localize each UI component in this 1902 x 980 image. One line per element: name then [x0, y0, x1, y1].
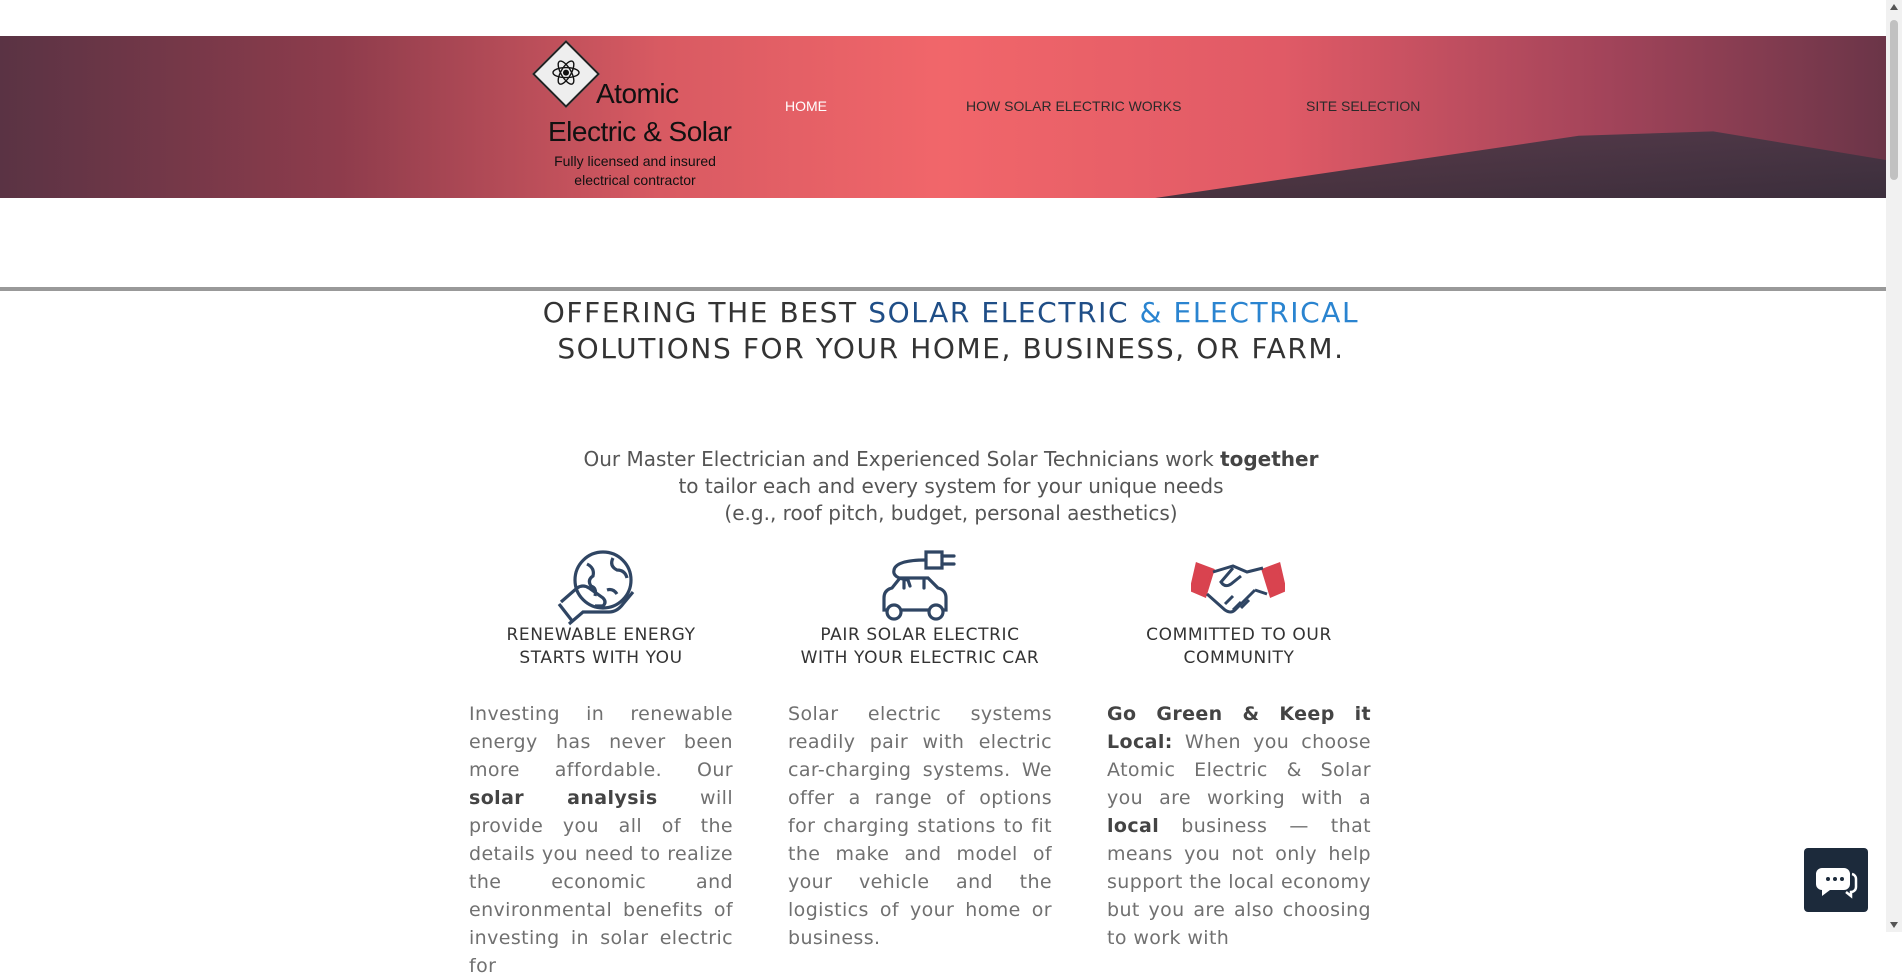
scroll-thumb[interactable] — [1890, 20, 1898, 180]
intro-line1-text: Our Master Electrician and Experienced S… — [583, 447, 1221, 471]
feature-title: RENEWABLE ENERGY STARTS WITH YOU — [469, 624, 733, 670]
feature-description: Solar electric systems readily pair with… — [788, 703, 1052, 949]
nav-site-selection[interactable]: SITE SELECTION — [1306, 98, 1420, 114]
feature-text-part: Investing in renewable energy has never … — [469, 703, 733, 781]
feature-title-line1: PAIR SOLAR ELECTRIC — [820, 625, 1020, 645]
tagline-line2: electrical contractor — [574, 172, 696, 188]
tagline-line1: Fully licensed and insured — [554, 153, 716, 169]
feature-title: PAIR SOLAR ELECTRIC WITH YOUR ELECTRIC C… — [788, 624, 1052, 670]
intro-line2: to tailor each and every system for your… — [678, 474, 1224, 498]
section-divider — [0, 287, 1886, 291]
solar-panel-silhouette — [964, 131, 1886, 198]
main-headline-line1: OFFERING THE BEST SOLAR ELECTRIC & ELECT… — [0, 296, 1902, 329]
intro-line3: (e.g., roof pitch, budget, personal aest… — [724, 501, 1178, 525]
headline-part1: OFFERING THE BEST — [542, 296, 869, 329]
local-emphasis: local — [1107, 815, 1160, 837]
scroll-down-icon[interactable] — [1890, 922, 1898, 928]
feature-title-line1: COMMITTED TO OUR — [1146, 625, 1332, 645]
feature-title: COMMITTED TO OUR COMMUNITY — [1107, 624, 1371, 670]
feature-title-line2: STARTS WITH YOU — [519, 648, 683, 668]
handshake-icon — [1189, 554, 1287, 624]
headline-solar-electric: SOLAR ELECTRIC — [868, 296, 1130, 329]
scroll-up-icon[interactable] — [1890, 4, 1898, 10]
brand-tagline: Fully licensed and insured electrical co… — [530, 152, 740, 190]
headline-electrical: & ELECTRICAL — [1129, 296, 1360, 329]
brand-name-line1: Atomic — [596, 78, 679, 109]
feature-title-line1: RENEWABLE ENERGY — [506, 625, 696, 645]
main-headline-line2: SOLUTIONS FOR YOUR HOME, BUSINESS, OR FA… — [557, 332, 1345, 365]
site-header — [0, 36, 1886, 198]
feature-description: Go Green & Keep it Local: When you choos… — [1107, 700, 1371, 952]
feature-title-line2: WITH YOUR ELECTRIC CAR — [800, 648, 1040, 668]
feature-title-line2: COMMUNITY — [1183, 648, 1295, 668]
electric-car-plug-icon — [874, 546, 960, 630]
solar-analysis-emphasis: solar analysis — [469, 787, 658, 809]
brand-name-line2: Electric & Solar — [548, 116, 732, 147]
globe-in-hand-icon — [557, 544, 641, 632]
atom-diamond-icon — [532, 40, 600, 108]
brand-logo[interactable]: Atomic Electric & Solar Fully licensed a… — [530, 40, 732, 192]
intro-together: together — [1220, 447, 1319, 471]
feature-description: Investing in renewable energy has never … — [469, 700, 733, 980]
feature-text-part: will provide you all of the details you … — [469, 787, 733, 977]
chat-button[interactable] — [1804, 848, 1868, 912]
chat-bubbles-icon — [1816, 868, 1858, 899]
intro-line1: Our Master Electrician and Experienced S… — [0, 447, 1902, 471]
page-scrollbar[interactable] — [1886, 0, 1902, 932]
nav-home[interactable]: HOME — [785, 98, 827, 114]
nav-how-solar-electric-works[interactable]: HOW SOLAR ELECTRIC WORKS — [966, 98, 1181, 114]
